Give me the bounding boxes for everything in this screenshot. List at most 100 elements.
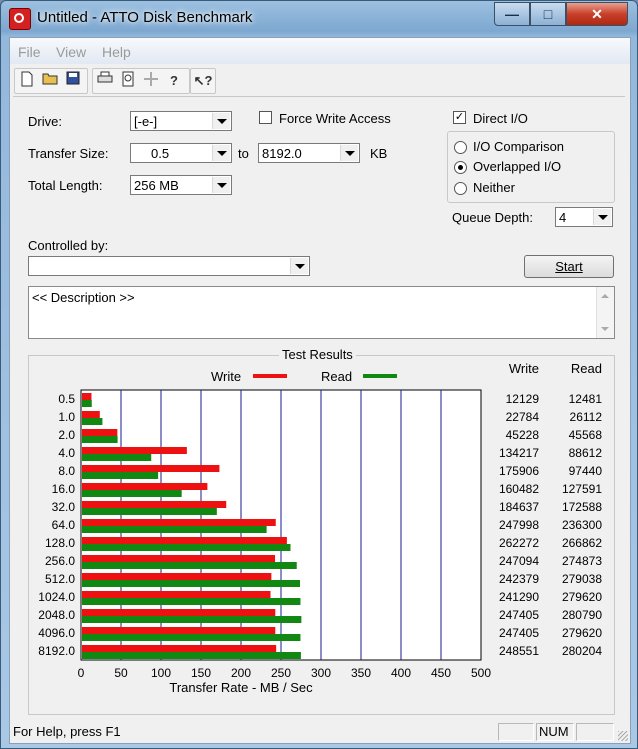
bar-read — [82, 616, 302, 623]
y-tick-label: 4096.0 — [38, 626, 75, 640]
drive-label: Drive: — [28, 114, 62, 129]
controlled-by-label: Controlled by: — [28, 238, 109, 253]
status-panel-empty — [498, 723, 534, 741]
total-length-value: 256 MB — [134, 178, 179, 193]
read-value: 45568 — [568, 428, 602, 442]
description-scrollbar[interactable] — [596, 287, 614, 338]
write-value: 247998 — [498, 518, 539, 532]
minimize-button[interactable]: — — [494, 2, 530, 26]
neither-radio[interactable] — [454, 182, 467, 195]
chevron-down-icon[interactable] — [593, 209, 611, 225]
force-write-checkbox[interactable] — [259, 111, 272, 124]
write-value: 45228 — [505, 428, 539, 442]
legend-write-label: Write — [211, 369, 241, 384]
context-help-icon[interactable]: ↖? — [193, 71, 213, 91]
move-icon — [141, 71, 161, 91]
bar-write — [82, 537, 287, 544]
atto-app-icon[interactable] — [9, 8, 31, 30]
read-column-header: Read — [570, 361, 602, 376]
bar-write — [82, 447, 187, 454]
x-tick-label: 50 — [114, 666, 128, 680]
title-bar[interactable]: Untitled - ATTO Disk Benchmark — □ ✕ — [1, 1, 637, 37]
scroll-up-icon[interactable] — [601, 294, 609, 298]
bar-write — [82, 411, 100, 418]
bar-write — [82, 519, 276, 526]
save-icon[interactable] — [63, 71, 83, 91]
drive-select[interactable]: [-e-] — [130, 111, 232, 131]
x-tick-label: 500 — [471, 666, 491, 680]
y-tick-label: 8.0 — [58, 464, 75, 478]
resize-grip[interactable] — [618, 731, 628, 741]
help-icon[interactable]: ? — [164, 71, 184, 91]
chevron-down-icon[interactable] — [290, 258, 308, 274]
bar-read — [82, 508, 217, 515]
bar-read — [82, 526, 267, 533]
print-icon[interactable] — [95, 71, 115, 91]
menu-help[interactable]: Help — [102, 44, 131, 60]
overlapped-io-radio[interactable] — [454, 161, 467, 174]
toolbar: ? ↖? — [10, 66, 630, 94]
x-tick-label: 350 — [351, 666, 371, 680]
bar-read — [82, 652, 301, 659]
new-document-icon[interactable] — [17, 71, 37, 91]
print-preview-icon[interactable] — [118, 71, 138, 91]
to-label: to — [238, 146, 249, 161]
chevron-down-icon[interactable] — [212, 177, 230, 193]
x-tick-label: 250 — [271, 666, 291, 680]
x-tick-label: 400 — [391, 666, 411, 680]
direct-io-checkbox[interactable]: ✓ — [453, 111, 466, 124]
y-tick-label: 32.0 — [52, 500, 76, 514]
open-folder-icon[interactable] — [40, 71, 60, 91]
menu-file[interactable]: File — [18, 44, 41, 60]
y-tick-label: 2048.0 — [38, 608, 75, 622]
legend-write-swatch — [253, 374, 287, 378]
chevron-down-icon[interactable] — [212, 145, 230, 161]
y-tick-label: 8192.0 — [38, 644, 75, 658]
transfer-from-value: 0.5 — [151, 146, 170, 161]
legend-read-label: Read — [321, 369, 352, 384]
io-comparison-radio[interactable] — [454, 141, 467, 154]
toolbar-group-file — [14, 68, 88, 94]
y-tick-label: 512.0 — [45, 572, 75, 586]
status-num-indicator: NUM — [536, 723, 574, 741]
write-value: 12129 — [505, 392, 539, 406]
menu-view[interactable]: View — [56, 44, 86, 60]
status-panel-scroll — [576, 723, 614, 741]
menu-bar: File View Help — [10, 38, 630, 64]
bar-write — [82, 591, 271, 598]
bar-read — [82, 598, 301, 605]
x-tick-label: 150 — [191, 666, 211, 680]
controlled-by-select[interactable] — [28, 256, 310, 276]
bar-write — [82, 609, 276, 616]
write-value: 242379 — [498, 572, 539, 586]
bar-write — [82, 627, 276, 634]
x-tick-label: 0 — [78, 666, 85, 680]
bar-read — [82, 490, 182, 497]
start-button[interactable]: Start — [524, 255, 614, 278]
y-tick-label: 4.0 — [58, 446, 75, 460]
chevron-down-icon[interactable] — [340, 145, 358, 161]
chevron-down-icon[interactable] — [212, 113, 230, 129]
queue-depth-select[interactable]: 4 — [555, 207, 613, 227]
close-button[interactable]: ✕ — [566, 2, 628, 26]
toolbar-group-tools: ? — [92, 68, 190, 94]
read-value: 274873 — [561, 554, 602, 568]
bar-read — [82, 400, 92, 407]
bar-write — [82, 393, 92, 400]
read-value: 172588 — [561, 500, 602, 514]
maximize-button[interactable]: □ — [530, 2, 566, 26]
bar-read — [82, 454, 152, 461]
write-value: 184637 — [498, 500, 539, 514]
write-value: 22784 — [505, 410, 539, 424]
transfer-to-select[interactable]: 8192.0 — [258, 143, 360, 163]
scroll-down-icon[interactable] — [601, 327, 609, 331]
client-area: File View Help ? ↖? Drive: [-e-] Force W… — [9, 37, 631, 744]
transfer-from-select[interactable]: 0.5 — [130, 143, 232, 163]
bar-read — [82, 562, 297, 569]
read-value: 280790 — [561, 608, 602, 622]
total-length-select[interactable]: 256 MB — [130, 175, 232, 195]
total-length-label: Total Length: — [28, 178, 103, 193]
write-value: 241290 — [498, 590, 539, 604]
description-box[interactable]: << Description >> — [28, 286, 615, 339]
y-tick-label: 2.0 — [58, 428, 75, 442]
